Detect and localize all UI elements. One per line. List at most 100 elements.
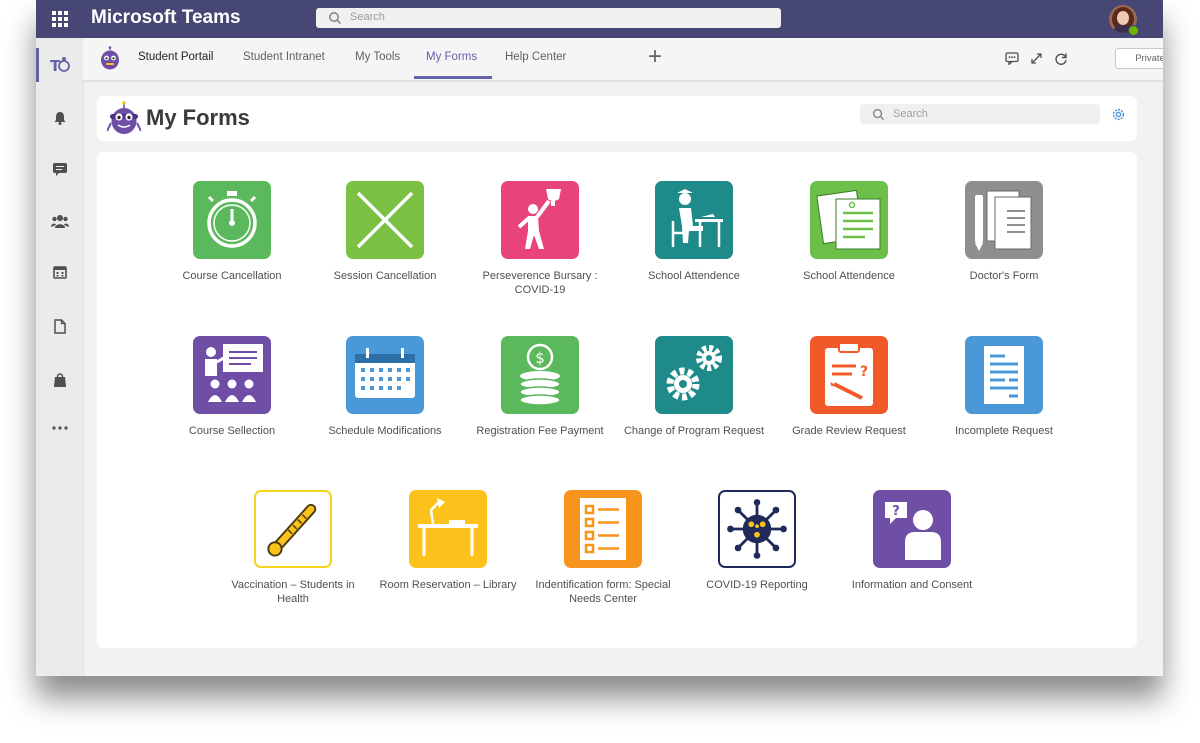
form-information-and-consent[interactable]: ? Information and Consent	[837, 490, 987, 592]
chat-icon	[52, 163, 67, 176]
settings-gear-icon[interactable]	[1111, 107, 1126, 122]
form-grade-review-request[interactable]: ? Grade Review Request	[774, 336, 924, 438]
form-label: COVID-19 Reporting	[706, 579, 808, 591]
bot-logo-icon	[101, 46, 119, 70]
more-icon	[51, 426, 68, 430]
form-label: Session Cancellation	[333, 270, 437, 282]
x-cross-icon	[346, 181, 424, 259]
global-search-placeholder: Search	[350, 11, 385, 23]
checklist-icon	[564, 490, 642, 568]
rail-item-activity[interactable]	[36, 100, 83, 136]
store-icon	[53, 373, 66, 387]
forms-grid: Course Cancellation Session Cancellation	[97, 152, 1137, 648]
rail-item-chat[interactable]	[36, 151, 83, 187]
coin-stack-icon: $	[501, 336, 579, 414]
search-icon	[329, 12, 342, 25]
form-vaccination[interactable]: Vaccination – Students in Health	[218, 490, 368, 606]
form-label: Schedule Modifications	[328, 425, 442, 437]
presence-badge	[1128, 25, 1139, 36]
private-button[interactable]: Private	[1115, 48, 1163, 69]
form-room-reservation[interactable]: Room Reservation – Library	[373, 490, 523, 592]
virus-icon	[718, 490, 796, 568]
form-school-attendence-2[interactable]: School Attendence	[774, 181, 924, 283]
expand-icon[interactable]	[1030, 52, 1043, 65]
calendar-grid-icon	[346, 336, 424, 414]
form-label: Vaccination – Students in Health	[231, 579, 355, 605]
form-label: Grade Review Request	[792, 425, 906, 437]
gears-icon	[655, 336, 733, 414]
form-label: Course Sellection	[188, 425, 276, 437]
form-label: Perseverence Bursary : COVID-19	[482, 270, 598, 296]
rail-item-calendar[interactable]	[36, 254, 83, 290]
forms-search-input[interactable]: Search	[860, 104, 1100, 124]
tab-help-center[interactable]: Help Center	[505, 51, 566, 63]
svg-text:$: $	[535, 349, 545, 367]
lamp-desk-icon	[409, 490, 487, 568]
calendar-icon	[52, 266, 67, 279]
bot-mascot-icon	[107, 101, 141, 134]
doctor-form-icon	[965, 181, 1043, 259]
conversation-icon[interactable]	[1005, 52, 1019, 65]
form-change-of-program[interactable]: Change of Program Request	[619, 336, 769, 438]
page-title: My Forms	[146, 105, 250, 130]
form-label: School Attendence	[803, 270, 895, 282]
rail-item-store[interactable]	[36, 362, 83, 398]
tab-student-intranet[interactable]: Student Intranet	[243, 51, 325, 63]
document-lines-icon	[965, 336, 1043, 414]
svg-text:?: ?	[892, 504, 900, 519]
form-label: Room Reservation – Library	[379, 579, 517, 591]
tab-bar: Student Portail Student Intranet My Tool…	[83, 38, 1163, 82]
form-label: Incomplete Request	[955, 425, 1053, 437]
form-label: School Attendence	[648, 270, 740, 282]
bell-icon	[54, 112, 65, 125]
rail-item-more[interactable]	[36, 410, 83, 446]
documents-icon	[810, 181, 888, 259]
tab-my-tools[interactable]: My Tools	[355, 51, 400, 63]
form-label: Change of Program Request	[623, 425, 765, 437]
form-doctors-form[interactable]: Doctor's Form	[929, 181, 1079, 283]
add-tab-button[interactable]: +	[648, 43, 662, 71]
person-question-icon: ?	[873, 490, 951, 568]
trophy-person-icon	[501, 181, 579, 259]
form-label: Course Cancellation	[182, 270, 282, 282]
rail-item-app[interactable]: T	[36, 47, 83, 83]
tab-my-forms[interactable]: My Forms	[426, 51, 477, 63]
app-title: Microsoft Teams	[91, 7, 241, 28]
stopwatch-icon	[193, 181, 271, 259]
refresh-icon[interactable]	[1054, 52, 1068, 66]
title-bar: Microsoft Teams Search	[36, 0, 1163, 38]
form-perseverence-bursary[interactable]: Perseverence Bursary : COVID-19	[465, 181, 615, 297]
form-label: Doctor's Form	[969, 270, 1039, 282]
teams-window: Microsoft Teams Search T Student Portail…	[36, 0, 1163, 676]
forms-search-placeholder: Search	[893, 108, 928, 120]
search-icon	[872, 108, 885, 121]
clipboard-pen-icon: ?	[810, 336, 888, 414]
global-search-input[interactable]: Search	[316, 8, 781, 28]
form-identification-special-needs[interactable]: Indentification form: Special Needs Cent…	[528, 490, 678, 606]
rail-item-teams[interactable]	[36, 203, 83, 239]
rail-item-files[interactable]	[36, 308, 83, 344]
thermometer-icon	[254, 490, 332, 568]
people-icon	[50, 215, 69, 228]
form-school-attendence-1[interactable]: School Attendence	[619, 181, 769, 283]
form-label: Indentification form: Special Needs Cent…	[535, 579, 671, 605]
form-session-cancellation[interactable]: Session Cancellation	[310, 181, 460, 283]
form-label: Information and Consent	[851, 579, 973, 591]
form-course-sellection[interactable]: Course Sellection	[157, 336, 307, 438]
classroom-icon	[193, 336, 271, 414]
form-label: Registration Fee Payment	[476, 425, 604, 437]
student-desk-icon	[655, 181, 733, 259]
app-launcher-icon[interactable]	[52, 11, 68, 27]
app-rail: T	[36, 38, 84, 676]
form-course-cancellation[interactable]: Course Cancellation	[157, 181, 307, 283]
form-covid-reporting[interactable]: COVID-19 Reporting	[682, 490, 832, 592]
form-registration-fee-payment[interactable]: $ Registration Fee Payment	[465, 336, 615, 438]
svg-text:?: ?	[860, 364, 868, 380]
form-incomplete-request[interactable]: Incomplete Request	[929, 336, 1079, 438]
tab-student-portail[interactable]: Student Portail	[138, 51, 213, 63]
active-tab-indicator	[414, 76, 492, 79]
files-icon	[53, 318, 66, 334]
form-schedule-modifications[interactable]: Schedule Modifications	[310, 336, 460, 438]
teams-icon: T	[50, 57, 70, 75]
page-header: My Forms Search	[97, 96, 1137, 141]
